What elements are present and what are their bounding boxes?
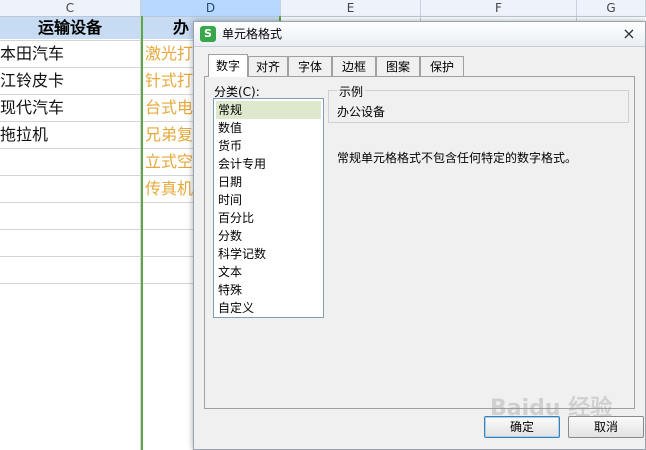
cell-c-row-5[interactable]: 拖拉机 — [0, 122, 48, 148]
format-description: 常规单元格格式不包含任何特定的数字格式。 — [337, 151, 578, 165]
cell-c-row-4[interactable]: 现代汽车 — [0, 95, 64, 121]
cell-d-row-3[interactable]: 针式打 — [145, 68, 195, 94]
cell-c-row-3[interactable]: 江铃皮卡 — [0, 68, 64, 94]
category-item-time[interactable]: 时间 — [216, 191, 321, 209]
cell-c-row-2[interactable]: 本田汽车 — [0, 41, 64, 67]
category-item-fraction[interactable]: 分数 — [216, 227, 321, 245]
close-button[interactable]: × — [617, 25, 641, 43]
grid-line — [140, 17, 141, 450]
column-header-d[interactable]: D — [141, 0, 281, 16]
cell-d-row-6[interactable]: 立式空 — [145, 149, 195, 175]
sample-label: 示例 — [337, 83, 366, 100]
ok-button[interactable]: 确定 — [484, 416, 560, 438]
cancel-button[interactable]: 取消 — [568, 416, 644, 438]
column-header-bar: C D E F G — [0, 0, 646, 17]
category-item-general[interactable]: 常规 — [216, 101, 321, 119]
tab-protection[interactable]: 保护 — [420, 56, 464, 76]
category-item-currency[interactable]: 货币 — [216, 137, 321, 155]
dialog-titlebar[interactable]: S 单元格格式 × — [194, 22, 645, 47]
sample-group: 示例 办公设备 — [328, 83, 629, 123]
tab-font[interactable]: 字体 — [288, 56, 332, 76]
cell-d-row-7[interactable]: 传真机 — [145, 176, 195, 202]
tab-alignment[interactable]: 对齐 — [248, 56, 288, 76]
sample-value: 办公设备 — [337, 105, 386, 119]
category-item-number[interactable]: 数值 — [216, 119, 321, 137]
column-header-f[interactable]: F — [421, 0, 577, 16]
tab-border[interactable]: 边框 — [332, 56, 376, 76]
column-header-g[interactable]: G — [577, 0, 646, 16]
category-item-accounting[interactable]: 会计专用 — [216, 155, 321, 173]
format-cells-dialog: S 单元格格式 × 数字 对齐 字体 边框 图案 保护 分类(C): 常规 数值… — [193, 21, 646, 450]
app-logo-icon: S — [200, 26, 216, 42]
category-list[interactable]: 常规 数值 货币 会计专用 日期 时间 百分比 分数 科学记数 文本 特殊 自定… — [213, 98, 324, 318]
header-cell-c[interactable]: 运输设备 — [0, 17, 140, 39]
category-item-special[interactable]: 特殊 — [216, 281, 321, 299]
dialog-title: 单元格格式 — [222, 27, 283, 41]
category-item-custom[interactable]: 自定义 — [216, 299, 321, 317]
column-header-e[interactable]: E — [281, 0, 421, 16]
column-header-c[interactable]: C — [0, 0, 141, 16]
category-item-percentage[interactable]: 百分比 — [216, 209, 321, 227]
category-item-scientific[interactable]: 科学记数 — [216, 245, 321, 263]
cell-d-row-4[interactable]: 台式电 — [145, 95, 195, 121]
cell-d-row-2[interactable]: 激光打 — [145, 41, 195, 67]
cell-d-row-5[interactable]: 兄弟复 — [145, 122, 195, 148]
category-item-date[interactable]: 日期 — [216, 173, 321, 191]
number-tab-panel: 分类(C): 常规 数值 货币 会计专用 日期 时间 百分比 分数 科学记数 文… — [204, 76, 635, 409]
category-item-text[interactable]: 文本 — [216, 263, 321, 281]
tab-number[interactable]: 数字 — [208, 54, 248, 77]
tab-pattern[interactable]: 图案 — [376, 56, 420, 76]
